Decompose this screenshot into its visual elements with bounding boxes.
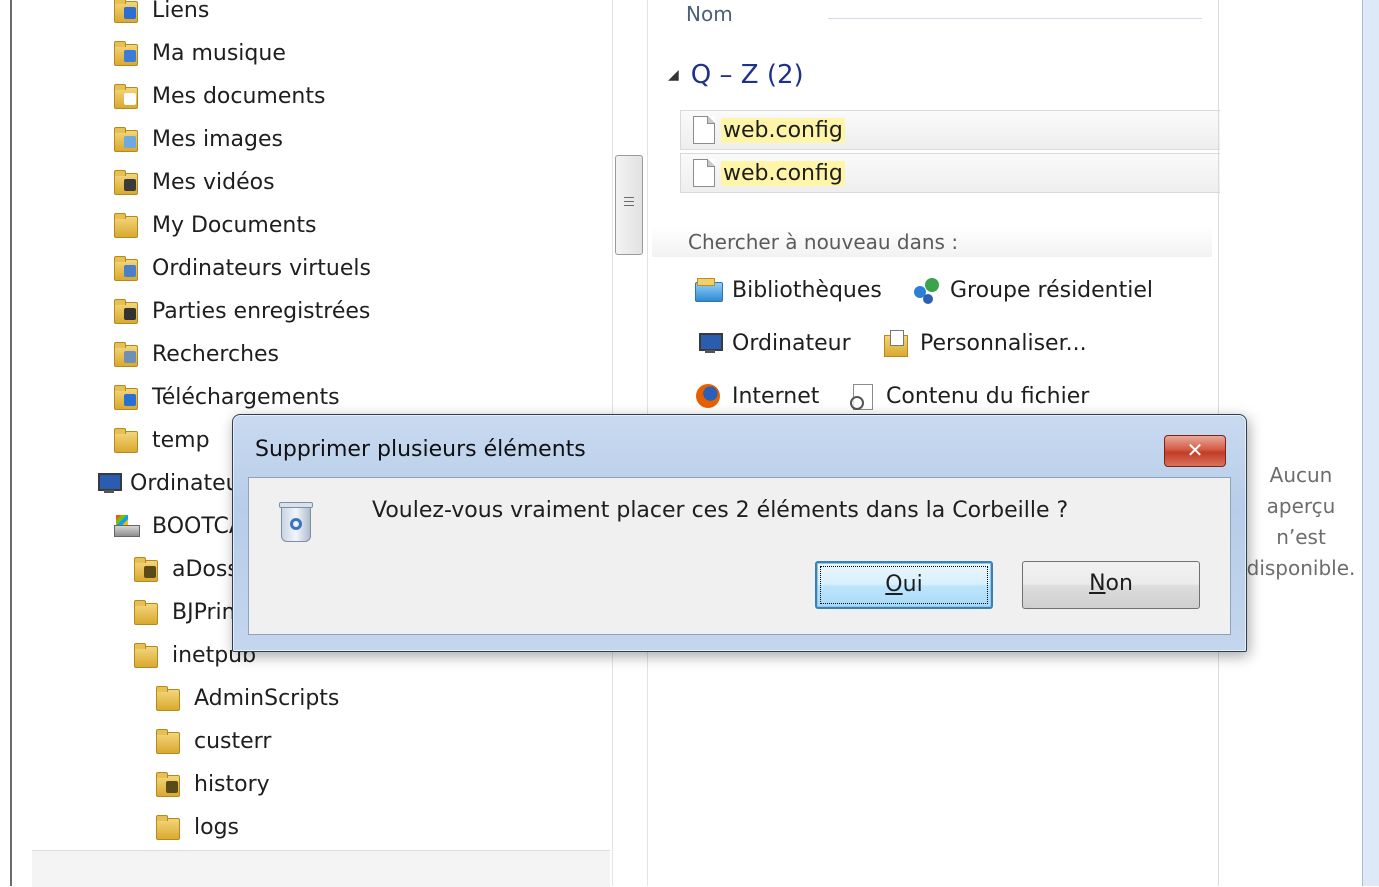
tree-item-label: Mes documents: [152, 83, 326, 109]
folder-icon: [112, 212, 138, 238]
tree-item-label: My Documents: [152, 212, 317, 238]
homegroup-icon: [912, 276, 940, 304]
dialog-title: Supprimer plusieurs éléments: [255, 437, 586, 462]
tree-item[interactable]: My Documents: [112, 205, 316, 245]
tree-item-label: Ordinateurs virtuels: [152, 255, 371, 281]
tree-item[interactable]: Parties enregistrées: [112, 291, 370, 331]
folder-icon: [112, 298, 138, 324]
customize-folder-icon: [882, 329, 910, 357]
tree-item[interactable]: logs: [154, 807, 239, 847]
tree-item[interactable]: Ordinateur: [92, 463, 249, 503]
file-name: web.config: [721, 160, 845, 186]
folder-icon: [112, 169, 138, 195]
search-internet-label: Internet: [732, 383, 820, 409]
tree-item-label: Téléchargements: [152, 384, 340, 410]
search-homegroup-link[interactable]: Groupe résidentiel: [912, 276, 1153, 304]
folder-icon: [112, 40, 138, 66]
close-icon: ✕: [1186, 438, 1204, 462]
group-divider: [828, 18, 1202, 19]
tree-item-label: Mes images: [152, 126, 283, 152]
search-file-contents-link[interactable]: Contenu du fichier: [848, 382, 1089, 410]
folder-icon: [112, 0, 138, 23]
folder-icon: [112, 126, 138, 152]
folder-icon: [132, 556, 158, 582]
dialog-body: Voulez-vous vraiment placer ces 2 élémen…: [248, 477, 1231, 635]
group-header[interactable]: ◢ Q – Z (2): [668, 60, 804, 90]
file-row[interactable]: web.config: [680, 110, 1220, 150]
tree-item[interactable]: Ma musique: [112, 33, 286, 73]
tree-item-label: custerr: [194, 728, 272, 754]
tree-item[interactable]: Mes documents: [112, 76, 325, 116]
file-row[interactable]: web.config: [680, 153, 1220, 193]
tree-item[interactable]: Mes vidéos: [112, 162, 275, 202]
folder-icon: [154, 771, 180, 797]
tree-item-label: Ordinateur: [130, 470, 249, 496]
tree-item-label: Recherches: [152, 341, 280, 367]
tree-item[interactable]: Téléchargements: [112, 377, 340, 417]
recycle-bin-icon: [279, 500, 313, 542]
search-again-bar: Chercher à nouveau dans :: [652, 227, 1212, 257]
tree-item[interactable]: Liens: [112, 0, 209, 30]
no-accelerator: N: [1089, 571, 1106, 596]
tree-item[interactable]: temp: [112, 420, 210, 460]
tree-item-label: Parties enregistrées: [152, 298, 371, 324]
tree-item-label: Liens: [152, 0, 210, 23]
tree-item-label: history: [194, 771, 270, 797]
scroll-up-arrow-icon[interactable]: ▔: [622, 0, 636, 9]
folder-icon: [154, 814, 180, 840]
folder-icon: [112, 341, 138, 367]
folder-icon: [112, 255, 138, 281]
nav-hover-row: [32, 850, 610, 887]
collapse-arrow-icon[interactable]: ◢: [668, 67, 679, 83]
yes-button[interactable]: Oui: [815, 561, 993, 609]
tree-item[interactable]: Recherches: [112, 334, 279, 374]
scrollbar-grip-icon: [624, 197, 634, 209]
tree-item-label: AdminScripts: [194, 685, 340, 711]
folder-icon: [154, 728, 180, 754]
delete-confirmation-dialog: Supprimer plusieurs éléments ✕ Voulez-vo…: [232, 414, 1247, 652]
folder-icon: [112, 384, 138, 410]
search-homegroup-label: Groupe résidentiel: [950, 277, 1154, 303]
file-contents-icon: [848, 382, 876, 410]
folder-icon: [132, 642, 158, 668]
firefox-icon: [694, 382, 722, 410]
folder-icon: [112, 83, 138, 109]
drive-icon: [112, 513, 140, 539]
search-computer-link[interactable]: Ordinateur: [694, 329, 851, 357]
search-internet-link[interactable]: Internet: [694, 382, 819, 410]
search-libraries-label: Bibliothèques: [732, 277, 882, 303]
tree-item[interactable]: Mes images: [112, 119, 283, 159]
computer-icon: [92, 470, 122, 496]
no-label-rest: on: [1105, 571, 1133, 596]
folder-icon: [132, 599, 158, 625]
libraries-icon: [694, 276, 723, 304]
tree-item-label: temp: [152, 427, 210, 453]
group-title: Q – Z (2): [690, 60, 804, 90]
search-file-contents-label: Contenu du fichier: [886, 383, 1090, 409]
file-icon: [693, 159, 715, 187]
search-computer-label: Ordinateur: [732, 330, 851, 356]
preview-pane-message: Aucun aperçu n’est disponible.: [1246, 463, 1356, 580]
tree-item-label: logs: [194, 814, 239, 840]
tree-item[interactable]: history: [154, 764, 270, 804]
computer-icon: [694, 329, 723, 357]
no-button[interactable]: Non: [1022, 561, 1200, 609]
column-header-name[interactable]: Nom: [686, 2, 733, 26]
tree-item-label: Ma musique: [152, 40, 286, 66]
tree-item[interactable]: custerr: [154, 721, 271, 761]
search-customize-label: Personnaliser...: [920, 330, 1087, 356]
file-name: web.config: [721, 117, 845, 143]
close-button[interactable]: ✕: [1164, 435, 1226, 467]
window-right-border: [1362, 0, 1379, 886]
dialog-message: Voulez-vous vraiment placer ces 2 élémen…: [372, 498, 1069, 523]
search-libraries-link[interactable]: Bibliothèques: [694, 276, 882, 304]
tree-item[interactable]: Ordinateurs virtuels: [112, 248, 371, 288]
tree-item-label: Mes vidéos: [152, 169, 275, 195]
file-icon: [693, 116, 715, 144]
folder-icon: [154, 685, 180, 711]
search-again-label: Chercher à nouveau dans :: [688, 230, 959, 254]
folder-icon: [112, 427, 138, 453]
tree-item[interactable]: AdminScripts: [154, 678, 339, 718]
search-customize-link[interactable]: Personnaliser...: [882, 329, 1087, 357]
